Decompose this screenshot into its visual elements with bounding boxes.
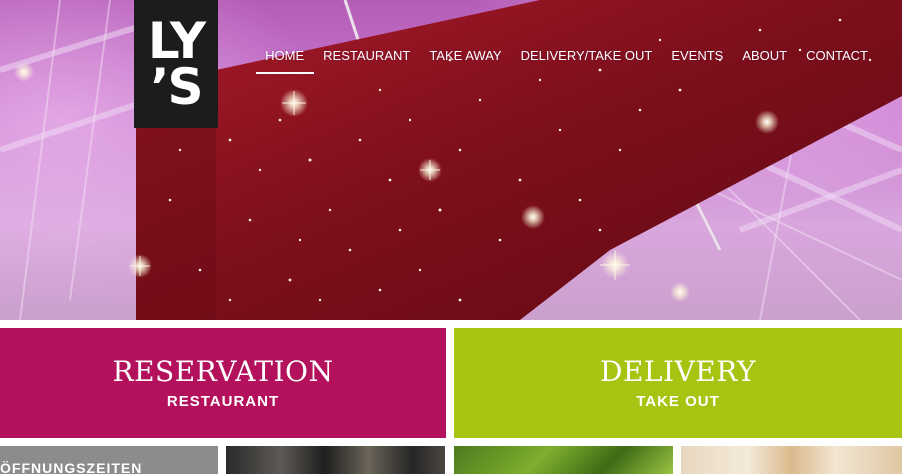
nav-item-about[interactable]: ABOUT — [742, 48, 787, 63]
logo-line-2: ’S — [150, 58, 203, 116]
restaurant-photo-tile[interactable] — [226, 446, 445, 474]
food-photo-tile[interactable] — [681, 446, 902, 474]
nav-item-delivery-take-out[interactable]: DELIVERY/TAKE OUT — [521, 48, 653, 63]
site-logo[interactable]: LY ’S — [134, 0, 218, 128]
delivery-title: DELIVERY — [600, 355, 756, 388]
nav-item-events[interactable]: EVENTS — [671, 48, 723, 63]
nav-item-home[interactable]: HOME — [256, 48, 315, 74]
nav-item-contact[interactable]: CONTACT — [806, 48, 868, 63]
main-navigation: HOME RESTAURANT TAKE AWAY DELIVERY/TAKE … — [256, 48, 868, 74]
delivery-subtitle: TAKE OUT — [636, 393, 720, 410]
reservation-title: RESERVATION — [112, 355, 334, 388]
opening-hours-tile[interactable]: ÖFFNUNGSZEITEN — [0, 446, 218, 474]
reservation-subtitle: RESTAURANT — [166, 393, 280, 410]
delivery-tile[interactable]: DELIVERY TAKE OUT — [454, 328, 902, 438]
nav-item-restaurant[interactable]: RESTAURANT — [323, 48, 410, 63]
nav-item-take-away[interactable]: TAKE AWAY — [429, 48, 501, 63]
reservation-tile[interactable]: RESERVATION RESTAURANT — [0, 328, 446, 438]
opening-hours-label: ÖFFNUNGSZEITEN — [0, 460, 143, 474]
green-photo-tile[interactable] — [454, 446, 673, 474]
